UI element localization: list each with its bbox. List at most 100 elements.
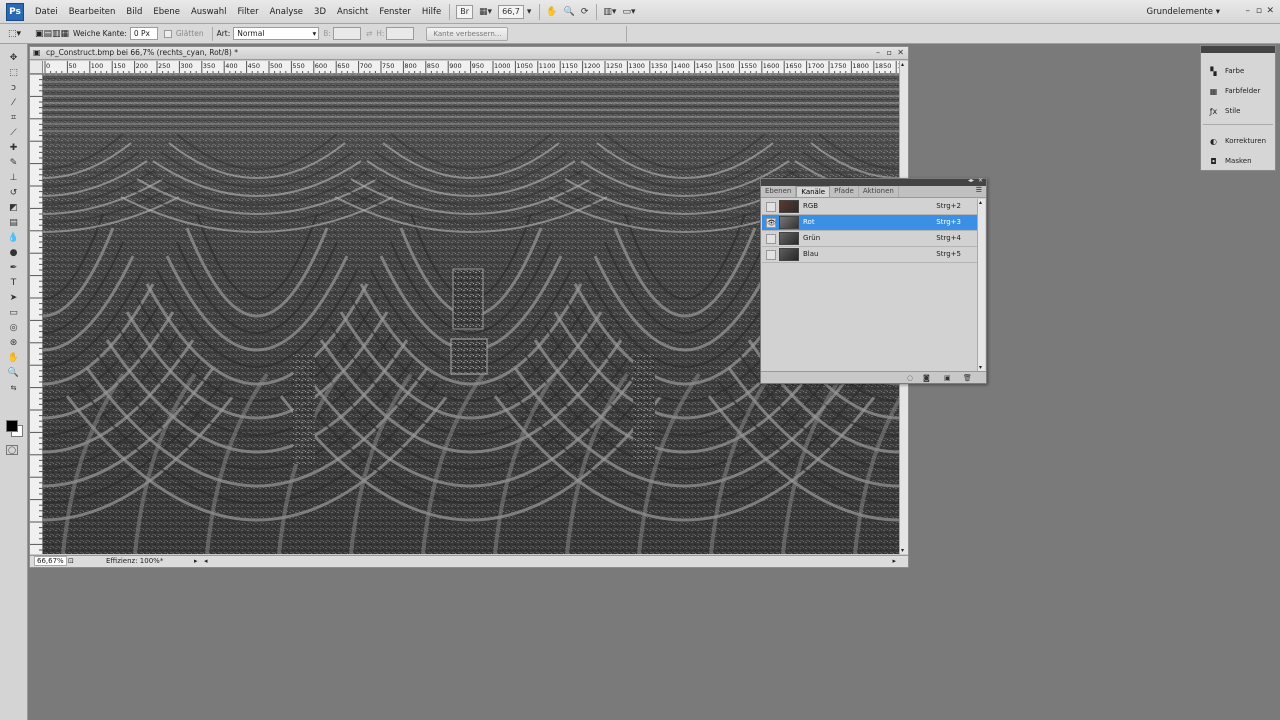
dock-item-korrekturen[interactable]: ◐ Korrekturen — [1208, 134, 1266, 148]
load-selection-icon[interactable]: ◌ — [907, 374, 913, 382]
collapse-icon[interactable]: ◂▸ — [968, 177, 974, 184]
dodge-tool-icon[interactable]: ● — [7, 247, 21, 259]
foreground-color-swatch[interactable] — [6, 420, 18, 432]
menu-ebene[interactable]: Ebene — [153, 7, 180, 17]
channel-row-gruen[interactable]: Grün Strg+4 — [762, 231, 977, 247]
marquee-tool-icon[interactable]: ⬚ — [7, 67, 21, 79]
close-icon[interactable]: ✕ — [897, 47, 904, 59]
eye-icon[interactable]: 👁 — [766, 218, 776, 228]
menu-bearbeiten[interactable]: Bearbeiten — [69, 7, 116, 17]
quick-mask-icon[interactable]: ◯ — [6, 445, 18, 455]
menu-analyse[interactable]: Analyse — [270, 7, 303, 17]
maximize-icon[interactable]: ▫ — [1256, 6, 1262, 16]
new-channel-icon[interactable]: ▣ — [944, 374, 951, 382]
panel-drag-bar[interactable]: ◂▸ ✕ — [761, 177, 986, 186]
arrange-documents-button[interactable]: ▥▾ — [603, 4, 616, 20]
hand-tool-icon[interactable]: ✋ — [7, 352, 21, 364]
scroll-down-icon[interactable]: ▾ — [979, 364, 982, 371]
dock-drag-bar[interactable] — [1201, 46, 1275, 53]
tab-aktionen[interactable]: Aktionen — [859, 186, 899, 197]
tab-pfade[interactable]: Pfade — [830, 186, 859, 197]
rotate-view-button[interactable]: ⟳ — [581, 4, 589, 20]
close-icon[interactable]: ✕ — [1266, 6, 1274, 16]
dock-item-farbe[interactable]: ▚ Farbe — [1208, 64, 1244, 78]
menu-filter[interactable]: Filter — [238, 7, 259, 17]
dock-item-farbfelder[interactable]: ▦ Farbfelder — [1208, 84, 1261, 98]
menu-bild[interactable]: Bild — [126, 7, 142, 17]
soft-edge-input[interactable]: 0 Px — [129, 27, 158, 40]
width-input[interactable] — [332, 27, 361, 40]
close-icon[interactable]: ✕ — [978, 177, 983, 184]
3d-rotate-tool-icon[interactable]: ◎ — [7, 322, 21, 334]
visibility-toggle[interactable] — [766, 234, 776, 244]
scroll-left-icon[interactable]: ◂ — [204, 556, 208, 567]
menu-ansicht[interactable]: Ansicht — [337, 7, 368, 17]
history-brush-tool-icon[interactable]: ↺ — [7, 187, 21, 199]
menu-auswahl[interactable]: Auswahl — [191, 7, 227, 17]
panel-menu-icon[interactable]: ☰ — [976, 186, 982, 194]
maximize-icon[interactable]: ▫ — [887, 47, 892, 59]
document-titlebar[interactable]: ▣ cp_Construct.bmp bei 66,7% (rechts_cya… — [30, 47, 908, 60]
channel-row-blau[interactable]: Blau Strg+5 — [762, 247, 977, 263]
view-extras-button[interactable]: ▦▾ — [479, 4, 492, 20]
zoom-level-select[interactable]: 66,7 ▾ — [498, 4, 531, 20]
visibility-toggle[interactable] — [766, 250, 776, 260]
style-select[interactable]: Normal ▾ — [233, 27, 320, 40]
hand-tool-button[interactable]: ✋ — [546, 4, 557, 20]
status-info-icon[interactable]: ⊡ — [68, 556, 74, 567]
save-selection-icon[interactable]: ◙ — [923, 374, 930, 382]
swap-icon[interactable]: ⇄ — [366, 29, 372, 38]
smooth-checkbox[interactable] — [163, 29, 172, 38]
shape-tool-icon[interactable]: ▭ — [7, 307, 21, 319]
zoom-tool-button[interactable]: 🔍 — [564, 4, 575, 20]
ruler-horizontal[interactable]: 0 50 100 150 200 250 300 350 400 450 500 550 600 650 7… — [43, 61, 899, 74]
ruler-origin[interactable] — [30, 61, 43, 74]
3d-orbit-tool-icon[interactable]: ⊛ — [7, 337, 21, 349]
minimize-icon[interactable]: – — [876, 47, 880, 59]
channels-scrollbar[interactable]: ▴ ▾ — [977, 199, 985, 371]
menu-3d[interactable]: 3D — [314, 7, 326, 17]
refine-edge-button[interactable]: Kante verbessern... — [426, 26, 509, 41]
visibility-toggle[interactable] — [766, 202, 776, 212]
brush-tool-icon[interactable]: ✎ — [7, 157, 21, 169]
screen-mode-button[interactable]: ▭▾ — [622, 4, 635, 20]
ruler-vertical[interactable] — [30, 73, 43, 554]
scroll-up-icon[interactable]: ▴ — [901, 61, 904, 68]
move-tool-icon[interactable]: ✥ — [7, 52, 21, 64]
type-tool-icon[interactable]: T — [7, 277, 21, 289]
path-selection-tool-icon[interactable]: ➤ — [7, 292, 21, 304]
scroll-right-icon[interactable]: ▸ — [892, 556, 896, 567]
trash-icon[interactable]: 🗑 — [963, 374, 972, 382]
blur-tool-icon[interactable]: 💧 — [7, 232, 21, 244]
channel-row-rot[interactable]: 👁 Rot Strg+3 — [762, 215, 977, 231]
crop-tool-icon[interactable]: ⌗ — [7, 112, 21, 124]
dock-item-stile[interactable]: ƒx Stile — [1208, 104, 1241, 118]
channel-row-rgb[interactable]: RGB Strg+2 — [762, 199, 977, 215]
tab-kanaele[interactable]: Kanäle — [796, 186, 831, 197]
clone-stamp-tool-icon[interactable]: ⊥ — [7, 172, 21, 184]
menu-hilfe[interactable]: Hilfe — [422, 7, 441, 17]
eraser-tool-icon[interactable]: ◩ — [7, 202, 21, 214]
workspace-switcher[interactable]: Grundelemente ▾ — [1147, 7, 1221, 17]
pen-tool-icon[interactable]: ✒ — [7, 262, 21, 274]
bridge-button[interactable]: Br — [456, 4, 474, 20]
zoom-tool-icon[interactable]: 🔍 — [7, 367, 21, 379]
swap-colors-icon[interactable]: ⇆ — [7, 382, 21, 394]
zoom-status-field[interactable]: 66,67% — [34, 556, 67, 566]
tab-ebenen[interactable]: Ebenen — [761, 186, 797, 197]
status-menu-icon[interactable]: ▸ — [194, 556, 198, 567]
selection-mode-icons[interactable]: ▣▤▥▦ — [35, 29, 69, 39]
scroll-down-icon[interactable]: ▾ — [901, 547, 904, 554]
gradient-tool-icon[interactable]: ▤ — [7, 217, 21, 229]
minimize-icon[interactable]: – — [1246, 6, 1251, 16]
dock-item-masken[interactable]: ◘ Masken — [1208, 154, 1251, 168]
scroll-up-icon[interactable]: ▴ — [979, 199, 982, 206]
eyedropper-tool-icon[interactable]: ⟋ — [7, 127, 21, 139]
height-input[interactable] — [386, 27, 415, 40]
healing-brush-tool-icon[interactable]: ✚ — [7, 142, 21, 154]
menu-fenster[interactable]: Fenster — [379, 7, 411, 17]
magic-wand-tool-icon[interactable]: ⁄ — [7, 97, 21, 109]
menu-datei[interactable]: Datei — [35, 7, 58, 17]
lasso-tool-icon[interactable]: ↄ — [7, 82, 21, 94]
marquee-tool-preset-icon[interactable]: ⬚▾ — [8, 29, 21, 39]
